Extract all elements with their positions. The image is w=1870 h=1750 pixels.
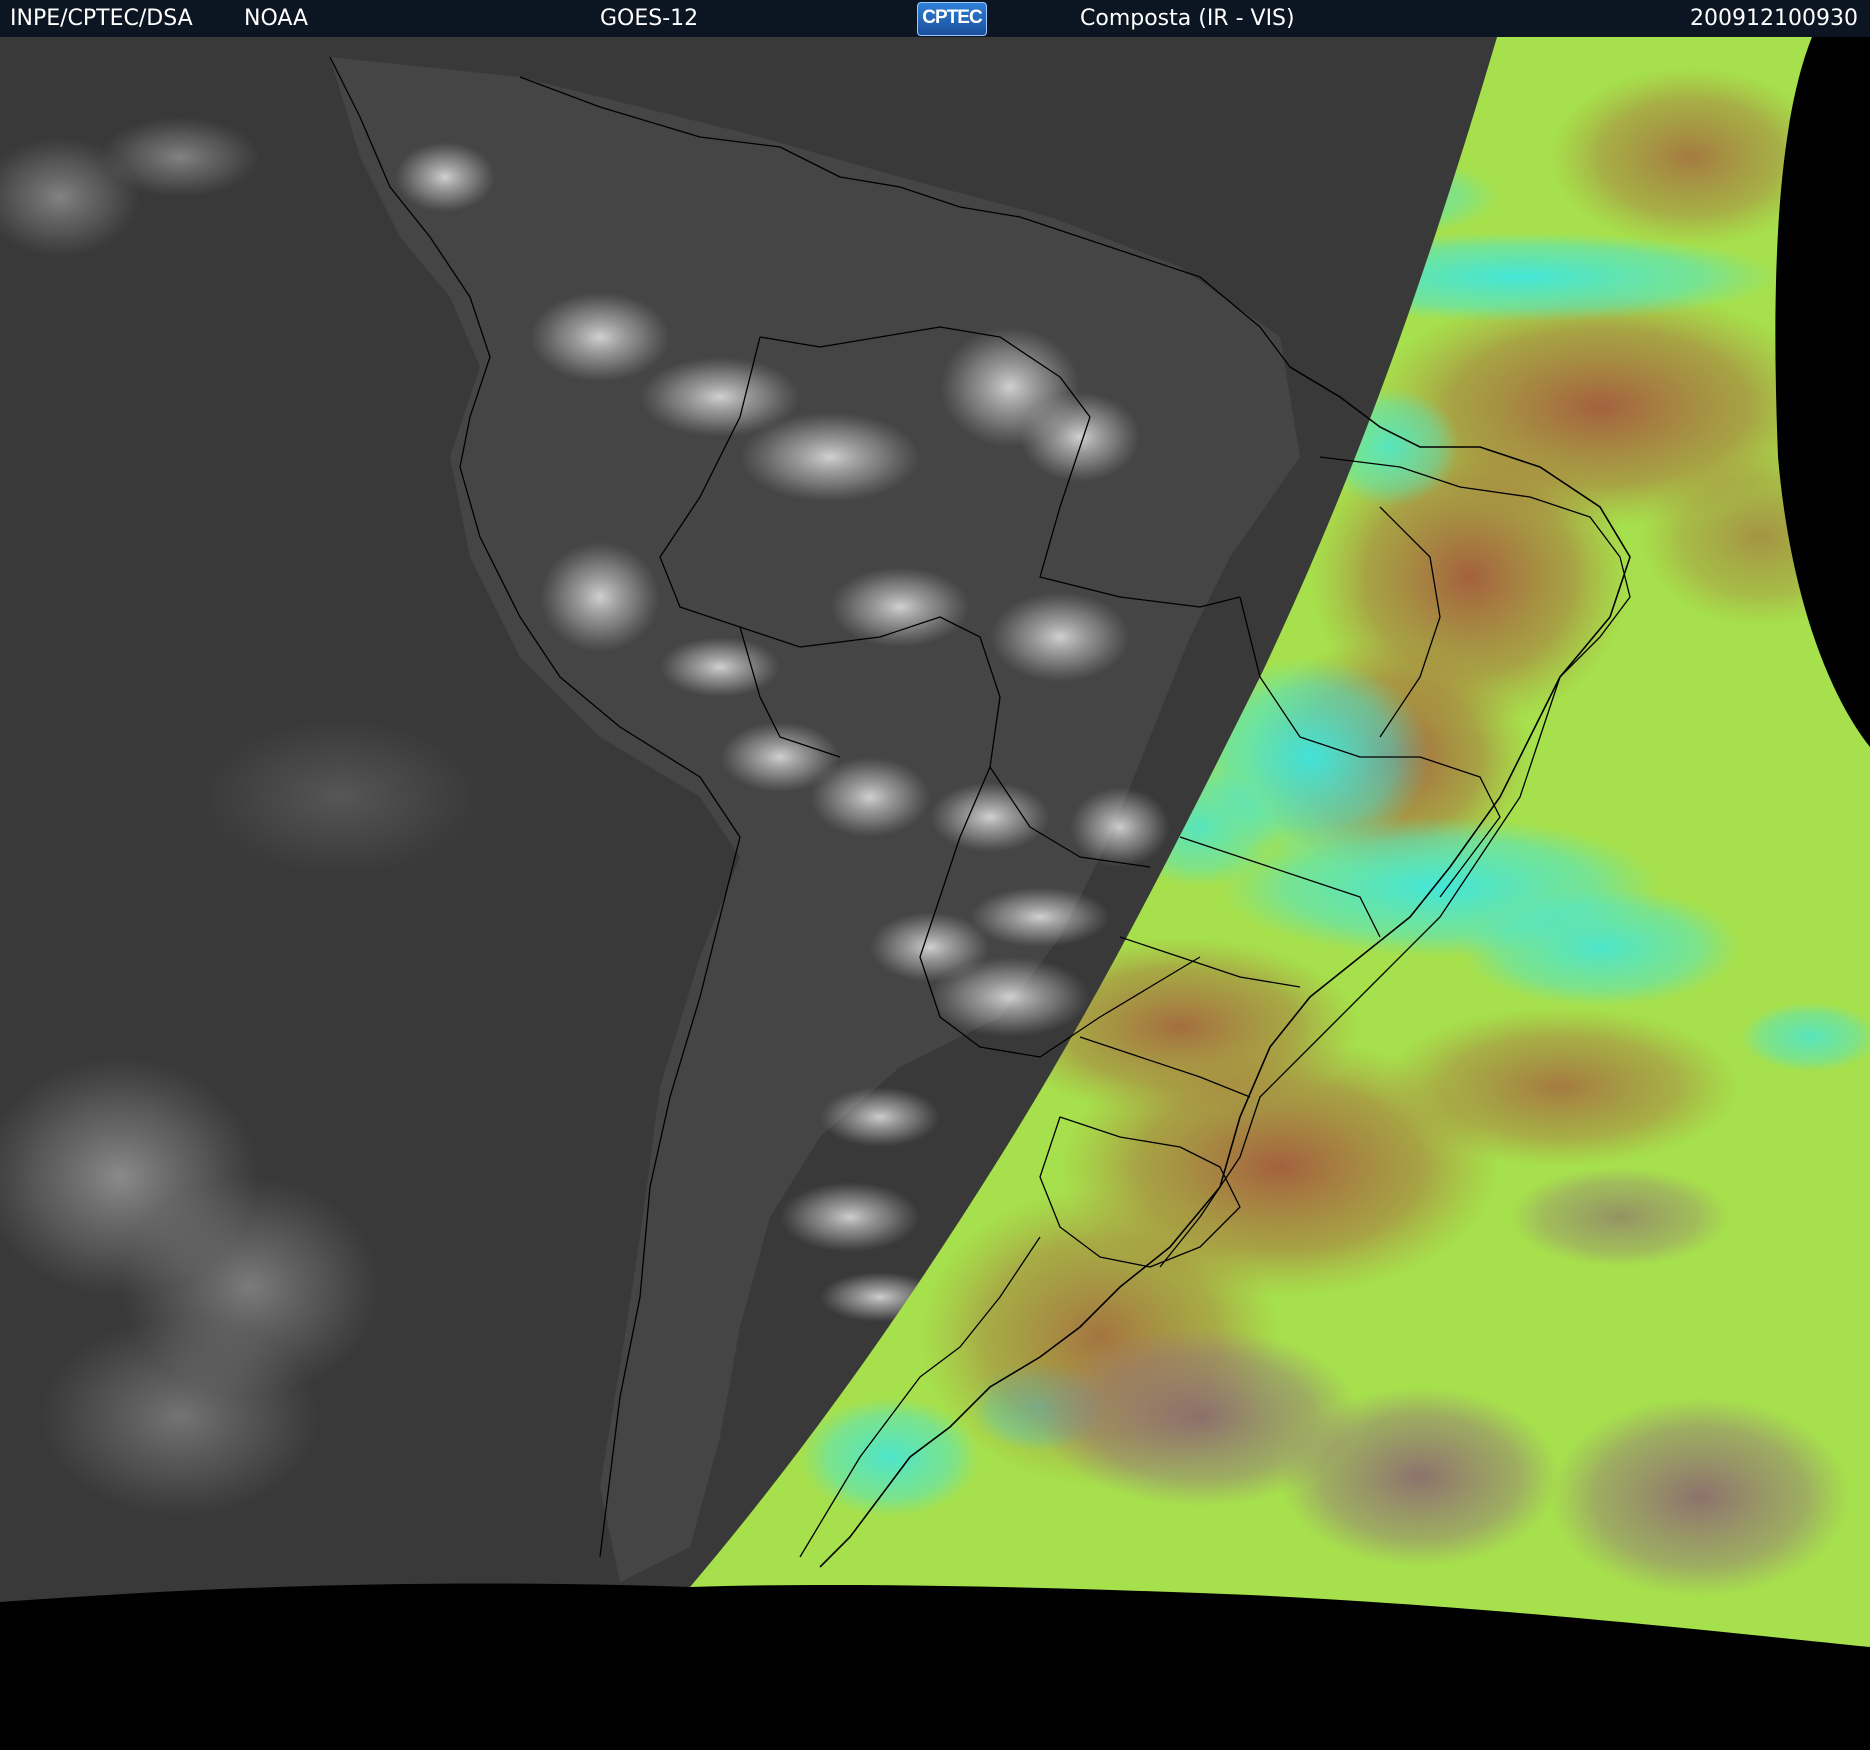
provider-label: NOAA <box>244 6 309 31</box>
cptec-logo: CPTEC <box>917 2 987 36</box>
satellite-label: GOES-12 <box>600 6 699 31</box>
agency-label: INPE/CPTEC/DSA <box>10 6 193 31</box>
timestamp-label: 200912100930 <box>1690 6 1858 31</box>
product-label: Composta (IR - VIS) <box>1080 6 1295 31</box>
satellite-image <box>0 37 1870 1750</box>
header-bar: INPE/CPTEC/DSA NOAA GOES-12 CPTEC Compos… <box>0 0 1870 37</box>
